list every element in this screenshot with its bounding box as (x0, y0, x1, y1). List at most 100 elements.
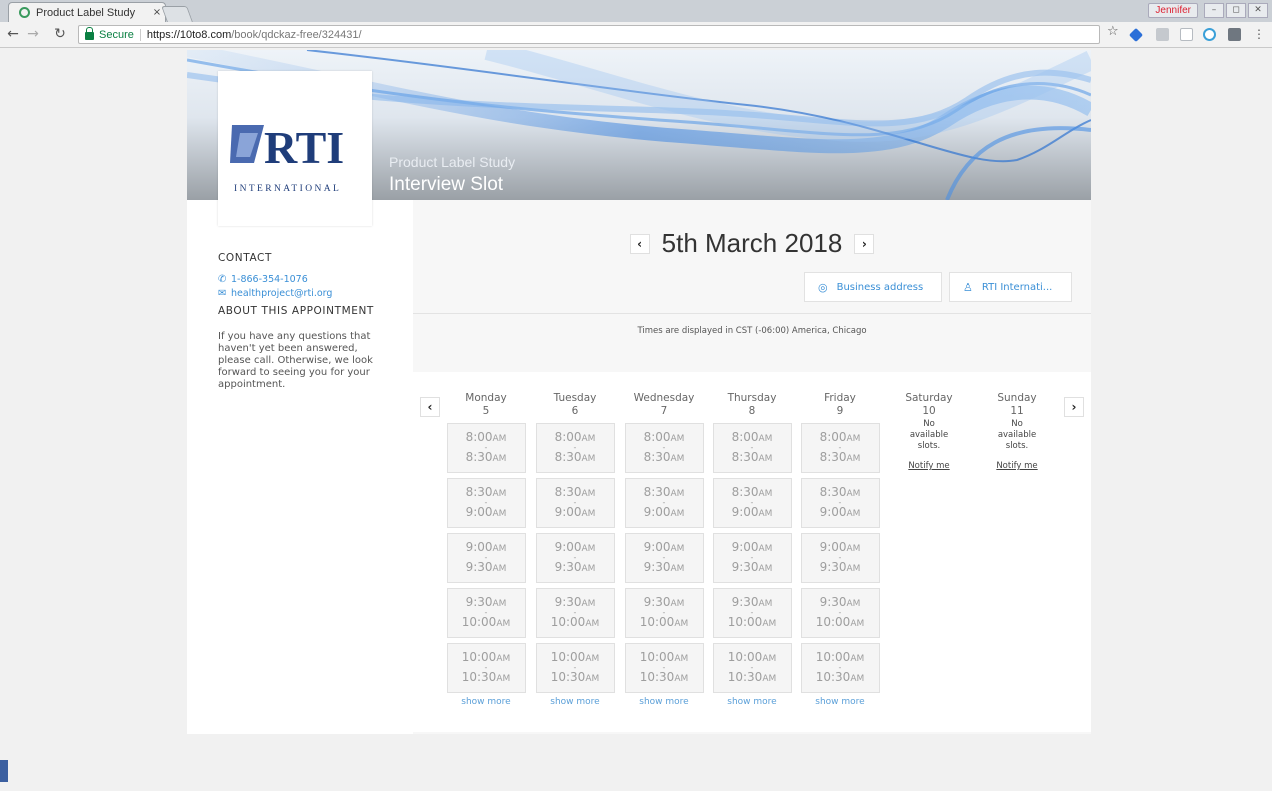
time-slot-button[interactable]: 8:30AM -9:00AM (624, 478, 704, 528)
back-icon[interactable]: ← (4, 25, 22, 43)
slot-end: 10:00 (461, 615, 497, 629)
profile-button[interactable]: Jennifer (1148, 3, 1198, 18)
reload-icon[interactable]: ↻ (51, 25, 69, 43)
extension-icon[interactable] (1180, 28, 1193, 41)
slot-ampm: AM (585, 654, 600, 664)
time-slot-button[interactable]: 10:00AM -10:30AM (624, 643, 704, 693)
business-address-button[interactable]: ◎ Business address (804, 272, 942, 302)
time-slot-button[interactable]: 8:00AM -8:30AM (446, 423, 526, 473)
close-window-icon[interactable]: ✕ (1248, 3, 1268, 18)
minimize-icon[interactable]: – (1204, 3, 1224, 18)
slot-start: 8:00 (554, 430, 582, 444)
time-slot-button[interactable]: 8:00AM -8:30AM (712, 423, 792, 473)
time-slot-button[interactable]: 10:00AM -10:30AM (446, 643, 526, 693)
bookmark-star-icon[interactable]: ☆ (1107, 24, 1119, 39)
show-more-link[interactable]: show more (624, 697, 704, 707)
slot-end: 9:30 (465, 560, 493, 574)
prev-date-button[interactable]: ‹ (629, 233, 650, 254)
slot-end: 9:00 (465, 505, 493, 519)
time-slot-button[interactable]: 9:30AM -10:00AM (446, 588, 526, 638)
slot-end: 8:30 (819, 450, 847, 464)
slot-ampm: AM (846, 599, 861, 609)
slot-end: 10:30 (815, 670, 851, 684)
slot-end: 8:30 (731, 450, 759, 464)
day-number: 6 (571, 405, 579, 417)
address-bar[interactable]: Secure https://10to8.com /book/qdckaz-fr… (78, 25, 1100, 44)
slot-ampm: AM (846, 489, 861, 499)
slot-end: 9:00 (554, 505, 582, 519)
slot-ampm: AM (758, 454, 773, 464)
time-slot-button[interactable]: 8:30AM -9:00AM (535, 478, 615, 528)
show-more-link[interactable]: show more (712, 697, 792, 707)
slot-ampm: AM (492, 564, 507, 574)
time-slot-button[interactable]: 8:30AM -9:00AM (800, 478, 880, 528)
browser-tab[interactable]: Product Label Study × (8, 2, 166, 22)
notify-me-link[interactable]: Notify me (889, 461, 969, 471)
slot-ampm: AM (758, 489, 773, 499)
slot-ampm: AM (758, 509, 773, 519)
time-slot-button[interactable]: 10:00AM -10:30AM (712, 643, 792, 693)
restore-icon[interactable]: ◻ (1226, 3, 1246, 18)
tab-strip: Product Label Study × Jennifer – ◻ ✕ (0, 0, 1272, 22)
time-slot-button[interactable]: 8:00AM -8:30AM (624, 423, 704, 473)
show-more-link[interactable]: show more (446, 697, 526, 707)
new-tab-button[interactable] (161, 6, 193, 22)
time-slot-button[interactable]: 8:30AM -9:00AM (446, 478, 526, 528)
slot-ampm: AM (496, 674, 511, 684)
slot-ampm: AM (846, 454, 861, 464)
forward-icon[interactable]: → (24, 25, 42, 43)
next-date-button[interactable]: › (854, 233, 875, 254)
prev-week-button[interactable]: ‹ (420, 397, 440, 417)
show-more-link[interactable]: show more (800, 697, 880, 707)
notify-me-link[interactable]: Notify me (977, 461, 1057, 471)
shield-icon[interactable] (1203, 28, 1216, 41)
staff-selector-button[interactable]: ♙ RTI Internati... (949, 272, 1072, 302)
next-week-button[interactable]: › (1064, 397, 1084, 417)
profile-name: Jennifer (1155, 5, 1191, 16)
divider (413, 313, 1091, 314)
slot-ampm: AM (581, 544, 596, 554)
slot-ampm: AM (674, 619, 689, 629)
extension-icon[interactable] (1228, 28, 1241, 41)
slot-ampm: AM (670, 599, 685, 609)
time-slot-button[interactable]: 8:00AM -8:30AM (800, 423, 880, 473)
slot-ampm: AM (496, 619, 511, 629)
time-slot-button[interactable]: 9:30AM -10:00AM (800, 588, 880, 638)
time-slot-button[interactable]: 9:30AM -10:00AM (712, 588, 792, 638)
time-slot-button[interactable]: 9:00AM -9:30AM (446, 533, 526, 583)
slot-end: 10:30 (550, 670, 586, 684)
time-slot-button[interactable]: 8:00AM -8:30AM (535, 423, 615, 473)
day-number: 10 (922, 405, 936, 417)
browser-toolbar: ← → ↻ Secure https://10to8.com /book/qdc… (0, 22, 1272, 48)
slot-ampm: AM (674, 674, 689, 684)
time-slot-button[interactable]: 10:00AM -10:30AM (800, 643, 880, 693)
current-date: 5th March 2018 (661, 228, 843, 258)
slot-start: 9:30 (465, 595, 493, 609)
time-slot-button[interactable]: 9:00AM -9:30AM (712, 533, 792, 583)
slot-ampm: AM (670, 564, 685, 574)
slot-ampm: AM (581, 489, 596, 499)
time-slot-button[interactable]: 8:30AM -9:00AM (712, 478, 792, 528)
time-slot-button[interactable]: 9:00AM -9:30AM (800, 533, 880, 583)
menu-icon[interactable]: ⋮ (1250, 25, 1268, 43)
business-address-label: Business address (836, 281, 924, 293)
slot-ampm: AM (762, 674, 777, 684)
slot-ampm: AM (846, 564, 861, 574)
no-slots-text: No available slots. (909, 419, 949, 451)
day-column: Sunday 11 No available slots. Notify me (977, 392, 1057, 471)
time-slot-button[interactable]: 9:30AM -10:00AM (624, 588, 704, 638)
day-number: 5 (482, 405, 490, 417)
email-link[interactable]: ✉ healthproject@rti.org (218, 288, 378, 299)
time-slot-button[interactable]: 9:30AM -10:00AM (535, 588, 615, 638)
show-more-link[interactable]: show more (535, 697, 615, 707)
time-slot-button[interactable]: 9:00AM -9:30AM (624, 533, 704, 583)
date-navigator: ‹ 5th March 2018 › (413, 228, 1091, 259)
day-column: Saturday 10 No available slots. Notify me (889, 392, 969, 471)
time-slot-button[interactable]: 10:00AM -10:30AM (535, 643, 615, 693)
extension-icon[interactable] (1156, 28, 1169, 41)
slot-end: 8:30 (643, 450, 671, 464)
chevron-right-icon: › (1071, 400, 1077, 414)
time-slot-button[interactable]: 9:00AM -9:30AM (535, 533, 615, 583)
phone-link[interactable]: ✆ 1-866-354-1076 (218, 274, 378, 285)
extension-icon[interactable] (1128, 27, 1144, 43)
